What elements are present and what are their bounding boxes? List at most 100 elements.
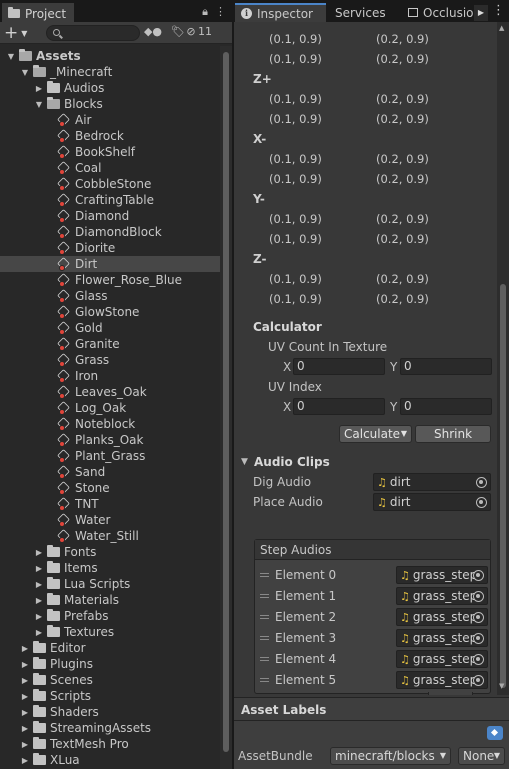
assetbundle-dropdown[interactable]: minecraft/blocks ▼ [330,747,451,765]
remove-element-button[interactable]: − [456,692,468,695]
tree-item[interactable]: Log_Oak [0,400,220,416]
object-picker-icon[interactable] [476,497,487,508]
foldout-closed-icon[interactable]: ▶ [20,740,30,749]
object-picker-icon[interactable] [473,633,484,644]
tree-item[interactable]: CraftingTable [0,192,220,208]
step-audios-header[interactable]: Step Audios [255,540,490,560]
inspector-menu-button[interactable]: ⋮ [492,4,505,17]
tree-item[interactable]: ▶ Scripts [0,688,220,704]
tree-item[interactable]: ▼ Blocks [0,96,220,112]
tree-item[interactable]: Granite [0,336,220,352]
variant-dropdown[interactable]: None ▼ [458,747,505,765]
tree-item[interactable]: Flower_Rose_Blue [0,272,220,288]
calculate-dropdown[interactable]: Calculate ▼ [339,425,412,443]
tab-project[interactable]: Project [2,3,74,22]
foldout-closed-icon[interactable]: ▶ [34,596,44,605]
object-picker-icon[interactable] [473,612,484,623]
object-picker-icon[interactable] [473,654,484,665]
tree-item[interactable]: ▶ Items [0,560,220,576]
foldout-closed-icon[interactable]: ▶ [34,628,44,637]
tag-icon[interactable] [487,726,503,740]
object-picker-icon[interactable] [476,477,487,488]
list-item[interactable]: Element 2 ♫ grass_step [255,607,490,628]
list-item[interactable]: Element 1 ♫ grass_step [255,586,490,607]
tree-item[interactable]: ▶ Plugins [0,656,220,672]
drag-handle-icon[interactable] [260,636,269,640]
scroll-up-icon[interactable]: ▲ [499,24,504,32]
uv-index-y-field[interactable]: 0 [400,398,492,415]
element-audio-field[interactable]: ♫ grass_step [396,650,488,668]
uv-index-x-field[interactable]: 0 [293,398,385,415]
more-tabs-button[interactable]: ▶ [474,5,488,21]
tree-item[interactable]: Grass [0,352,220,368]
project-scrollbar[interactable] [220,46,232,769]
tree-item[interactable]: ▶ Materials [0,592,220,608]
scrollbar-thumb[interactable] [223,52,229,752]
tree-item[interactable]: Sand [0,464,220,480]
tree-item[interactable]: ▶ Shaders [0,704,220,720]
inspector-scrollbar[interactable]: ▲ ▼ [497,22,509,695]
tree-item[interactable]: ▶ StreamingAssets [0,720,220,736]
tree-item[interactable]: ▶ Textures [0,624,220,640]
menu-icon[interactable]: ⋮ [215,5,226,19]
foldout-closed-icon[interactable]: ▶ [20,756,30,765]
tree-item[interactable]: Glass [0,288,220,304]
tree-item[interactable]: Bedrock [0,128,220,144]
tree-item[interactable]: Stone [0,480,220,496]
filter-by-type-button[interactable]: ◆● [143,25,163,41]
tree-item[interactable]: Diamond [0,208,220,224]
tree-item[interactable]: Plant_Grass [0,448,220,464]
scrollbar-thumb[interactable] [500,284,506,688]
tree-item[interactable]: ▶ TextMesh Pro [0,736,220,752]
tree-item[interactable]: Coal [0,160,220,176]
list-item[interactable]: Element 3 ♫ grass_step [255,628,490,649]
drag-handle-icon[interactable] [260,678,269,682]
add-element-button[interactable]: + [436,692,448,695]
tree-item[interactable]: Noteblock [0,416,220,432]
foldout-closed-icon[interactable]: ▶ [20,708,30,717]
lock-icon[interactable]: 🔒︎ [202,5,208,19]
foldout-closed-icon[interactable]: ▶ [20,724,30,733]
tree-item[interactable]: TNT [0,496,220,512]
tree-item[interactable]: ▶ Prefabs [0,608,220,624]
drag-handle-icon[interactable] [260,594,269,598]
tree-item[interactable]: CobbleStone [0,176,220,192]
object-picker-icon[interactable] [473,570,484,581]
hidden-packages-button[interactable]: ⊘ [184,25,198,41]
tab-inspector[interactable]: i Inspector [235,3,326,22]
tree-item[interactable]: Iron [0,368,220,384]
tree-item[interactable]: ▼ Assets [0,48,220,64]
uv-count-y-field[interactable]: 0 [400,358,492,375]
element-audio-field[interactable]: ♫ grass_step [396,587,488,605]
object-picker-icon[interactable] [473,675,484,686]
tree-item[interactable]: Water [0,512,220,528]
tree-item[interactable]: Diorite [0,240,220,256]
tree-item[interactable]: Dirt [0,256,220,272]
scroll-down-icon[interactable]: ▼ [499,682,504,690]
foldout-closed-icon[interactable]: ▶ [20,676,30,685]
element-audio-field[interactable]: ♫ grass_step [396,629,488,647]
place-audio-field[interactable]: ♫ dirt [373,493,491,511]
foldout-closed-icon[interactable]: ▶ [34,84,44,93]
foldout-closed-icon[interactable]: ▶ [34,580,44,589]
tree-item[interactable]: Planks_Oak [0,432,220,448]
search-input[interactable] [46,25,140,41]
tree-item[interactable]: Air [0,112,220,128]
dig-audio-field[interactable]: ♫ dirt [373,473,491,491]
element-audio-field[interactable]: ♫ grass_step [396,566,488,584]
tree-item[interactable]: ▼ _Minecraft [0,64,220,80]
foldout-closed-icon[interactable]: ▶ [34,564,44,573]
element-audio-field[interactable]: ♫ grass_step [396,671,488,689]
uv-count-x-field[interactable]: 0 [293,358,385,375]
foldout-closed-icon[interactable]: ▶ [20,692,30,701]
tree-item[interactable]: BookShelf [0,144,220,160]
drag-handle-icon[interactable] [260,615,269,619]
list-item[interactable]: Element 0 ♫ grass_step [255,565,490,586]
element-audio-field[interactable]: ♫ grass_step [396,608,488,626]
drag-handle-icon[interactable] [260,573,269,577]
list-item[interactable]: Element 5 ♫ grass_step [255,670,490,691]
foldout-open-icon[interactable]: ▼ [34,100,44,109]
drag-handle-icon[interactable] [260,657,269,661]
tree-item[interactable]: ▶ Editor [0,640,220,656]
shrink-button[interactable]: Shrink [415,425,491,443]
